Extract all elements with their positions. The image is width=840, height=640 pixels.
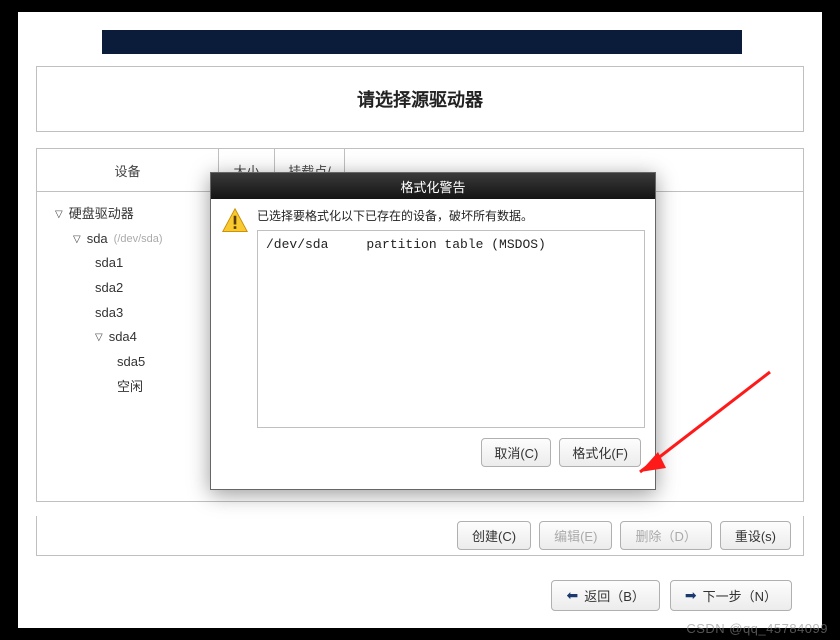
- tree-label: 硬盘驱动器: [69, 202, 134, 227]
- tree-label: sda4: [109, 325, 137, 350]
- dialog-content: 已选择要格式化以下已存在的设备，破坏所有数据。 /dev/sda partiti…: [257, 207, 645, 428]
- tree-label: sda5: [117, 350, 145, 375]
- tree-label: sda1: [95, 251, 123, 276]
- back-label: 返回（B）: [584, 586, 645, 605]
- arrow-left-icon: ⬅: [566, 587, 578, 604]
- chevron-down-icon: ▽: [73, 230, 81, 249]
- next-button[interactable]: ➡ 下一步（N）: [670, 580, 792, 611]
- next-label: 下一步（N）: [703, 586, 777, 605]
- title-box: 请选择源驱动器: [36, 66, 804, 132]
- edit-button: 编辑(E): [539, 521, 612, 550]
- dialog-message: 已选择要格式化以下已存在的设备，破坏所有数据。: [257, 207, 645, 224]
- dialog-footer: 取消(C) 格式化(F): [211, 438, 655, 479]
- device-name: /dev/sda: [266, 237, 328, 252]
- format-device-list: /dev/sda partition table (MSDOS): [257, 230, 645, 428]
- reset-button[interactable]: 重设(s): [720, 521, 791, 550]
- format-warning-dialog: 格式化警告 已选择要格式化以下已存在的设备，破坏所有数据。 /dev/sda p…: [210, 172, 656, 490]
- tree-label: 空闲: [117, 375, 143, 400]
- device-path: (/dev/sda): [114, 229, 163, 250]
- tree-label: sda3: [95, 301, 123, 326]
- create-button[interactable]: 创建(C): [457, 521, 531, 550]
- back-button[interactable]: ⬅ 返回（B）: [551, 580, 659, 611]
- cancel-button[interactable]: 取消(C): [481, 438, 551, 467]
- list-item: /dev/sda partition table (MSDOS): [266, 237, 636, 252]
- delete-button: 删除（D）: [620, 521, 711, 550]
- progress-bar: [102, 30, 742, 54]
- tree-label: sda: [87, 227, 108, 252]
- page-title: 请选择源驱动器: [357, 86, 483, 112]
- dialog-title: 格式化警告: [211, 173, 655, 199]
- chevron-down-icon: ▽: [95, 328, 103, 347]
- col-device: 设备: [37, 149, 219, 191]
- dialog-body: 已选择要格式化以下已存在的设备，破坏所有数据。 /dev/sda partiti…: [211, 199, 655, 438]
- device-desc: partition table (MSDOS): [366, 237, 545, 252]
- watermark: CSDN @qq_45784099: [686, 621, 828, 636]
- chevron-down-icon: ▽: [55, 205, 63, 224]
- tree-label: sda2: [95, 276, 123, 301]
- warning-icon: [221, 207, 249, 235]
- installer-window: 请选择源驱动器 设备 大小 挂载点/ ▽ 硬盘驱动器 ▽ sda (/dev/s…: [18, 12, 822, 628]
- nav-button-row: ⬅ 返回（B） ➡ 下一步（N）: [36, 580, 804, 611]
- format-button[interactable]: 格式化(F): [559, 438, 641, 467]
- action-button-row: 创建(C) 编辑(E) 删除（D） 重设(s): [36, 516, 804, 556]
- arrow-right-icon: ➡: [685, 587, 697, 604]
